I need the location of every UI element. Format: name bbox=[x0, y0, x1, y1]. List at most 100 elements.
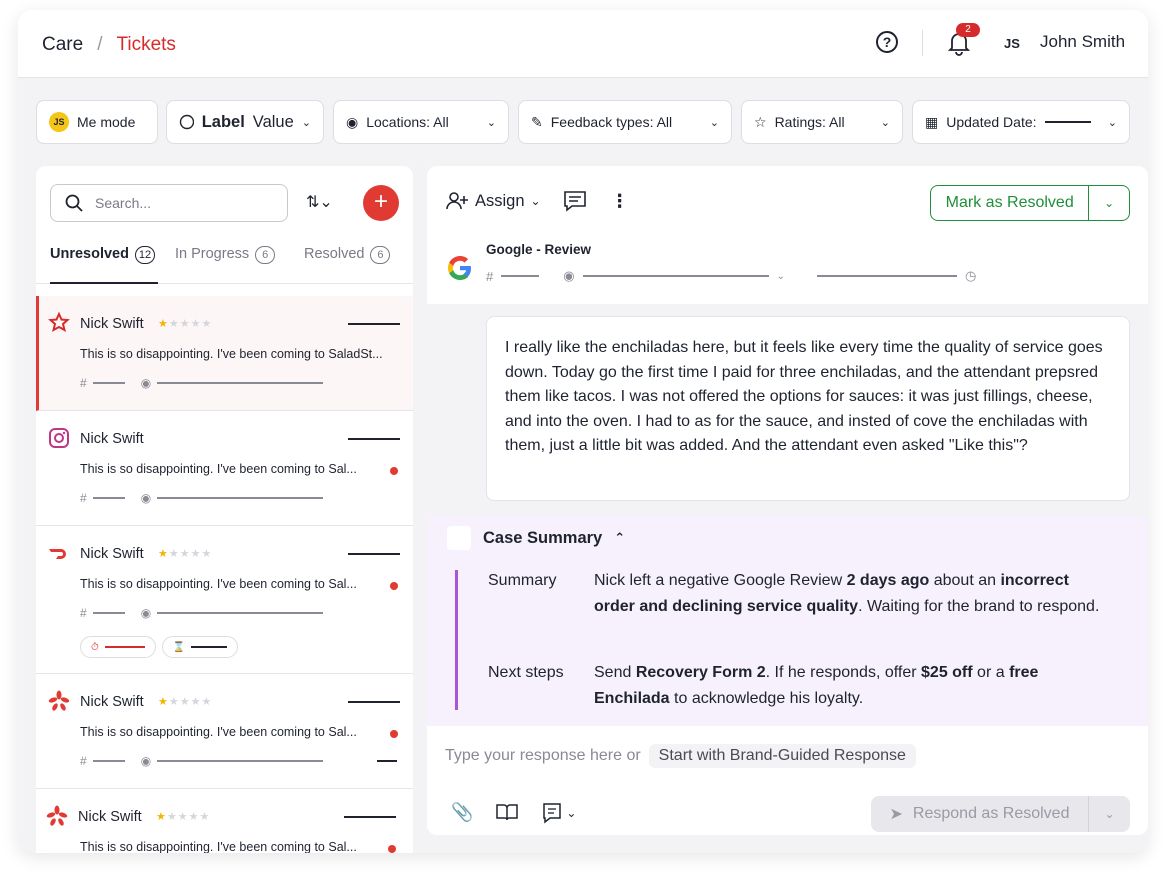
ticket-item[interactable]: Nick Swift ★★★★★ This is so disappointin… bbox=[36, 674, 413, 789]
feedback-types-label: Feedback types: All bbox=[550, 114, 673, 130]
sort-icon[interactable]: ⇅⌄ bbox=[306, 192, 333, 212]
label-value-dropdown[interactable]: Label Value ⌄ bbox=[166, 100, 324, 144]
source-meta: # ◉ ⌄ ◷ bbox=[486, 268, 977, 284]
unread-dot bbox=[390, 582, 398, 590]
instagram-icon bbox=[49, 428, 69, 448]
user-initials[interactable]: JS bbox=[1004, 36, 1020, 51]
ticket-meta: # ◉ bbox=[80, 491, 324, 505]
status-tabs: Unresolved 12 In Progress 6 Resolved 6 bbox=[36, 246, 413, 284]
ticket-item[interactable]: Nick Swift ★★★★★ This is so disappointin… bbox=[36, 296, 413, 411]
rating-stars: ★★★★★ bbox=[158, 696, 213, 708]
notification-badge: 2 bbox=[956, 23, 980, 37]
tag-chip[interactable]: ⌛ bbox=[161, 636, 239, 658]
date-placeholder bbox=[377, 760, 397, 762]
me-mode-button[interactable]: JS Me mode bbox=[36, 100, 158, 144]
respond-resolved-button[interactable]: ➤ Respond as Resolved ⌄ bbox=[871, 796, 1130, 832]
date-placeholder bbox=[348, 553, 400, 555]
location-pin-icon: ◉ bbox=[563, 268, 575, 283]
user-name[interactable]: John Smith bbox=[1040, 32, 1125, 52]
yelp-icon bbox=[46, 805, 68, 826]
ratings-label: Ratings: All bbox=[774, 114, 845, 130]
ticket-item[interactable]: Nick Swift ★★★★★ This is so disappointin… bbox=[36, 526, 413, 674]
paperclip-icon[interactable]: 📎 bbox=[451, 802, 473, 824]
ticket-item[interactable]: Nick Swift ★★★★★ This is so disappointin… bbox=[36, 789, 413, 853]
ticket-meta: # ◉ bbox=[80, 376, 324, 390]
template-icon[interactable]: ⌄ bbox=[541, 802, 576, 824]
tab-resolved[interactable]: Resolved 6 bbox=[304, 246, 391, 284]
mark-resolved-label: Mark as Resolved bbox=[931, 186, 1090, 220]
feedback-types-filter[interactable]: ✎ Feedback types: All ⌄ bbox=[518, 100, 732, 144]
location-pin-icon: ◉ bbox=[140, 491, 152, 505]
doordash-icon bbox=[49, 549, 66, 559]
tab-count: 6 bbox=[255, 246, 276, 264]
location-pin-icon: ◉ bbox=[140, 606, 152, 620]
tab-count: 6 bbox=[370, 246, 391, 264]
detail-toolbar: Assign ⌄ ⋮ bbox=[445, 190, 629, 212]
ratings-filter[interactable]: ☆ Ratings: All ⌄ bbox=[741, 100, 903, 144]
book-icon[interactable] bbox=[495, 802, 519, 822]
ticket-customer-name: Nick Swift bbox=[80, 694, 144, 710]
assign-button[interactable]: Assign ⌄ bbox=[445, 191, 541, 211]
rating-stars: ★★★★★ bbox=[158, 548, 213, 560]
search-input[interactable]: Search... bbox=[50, 184, 288, 222]
updated-date-filter[interactable]: ▦ Updated Date: ⌄ bbox=[912, 100, 1130, 144]
star-icon: ☆ bbox=[754, 113, 767, 130]
tab-unresolved[interactable]: Unresolved 12 bbox=[50, 246, 158, 284]
date-placeholder bbox=[348, 323, 400, 325]
yelp-icon bbox=[48, 312, 70, 332]
breadcrumb: Care / Tickets bbox=[42, 34, 176, 56]
chevron-down-icon[interactable]: ⌄ bbox=[1089, 807, 1130, 821]
ticket-customer-name: Nick Swift bbox=[80, 546, 144, 562]
chevron-down-icon: ⌄ bbox=[301, 116, 311, 129]
chevron-down-icon[interactable]: ⌄ bbox=[1089, 196, 1129, 210]
chevron-down-icon: ⌄ bbox=[776, 270, 785, 282]
ticket-preview: This is so disappointing. I've been comi… bbox=[80, 462, 357, 476]
review-message: I really like the enchiladas here, but i… bbox=[486, 316, 1130, 501]
breadcrumb-care[interactable]: Care bbox=[42, 34, 83, 56]
case-summary: Case Summary ⌃ Summary Nick left a negat… bbox=[427, 516, 1148, 726]
case-summary-header[interactable]: Case Summary ⌃ bbox=[447, 526, 625, 550]
summary-label: Summary bbox=[488, 572, 557, 589]
brand-guided-response-button[interactable]: Start with Brand-Guided Response bbox=[648, 744, 916, 768]
ticket-item[interactable]: Nick Swift This is so disappointing. I'v… bbox=[36, 411, 413, 526]
summary-icon bbox=[447, 526, 471, 550]
more-options-icon[interactable]: ⋮ bbox=[611, 191, 629, 212]
next-steps-label: Next steps bbox=[488, 664, 564, 681]
tag-chip[interactable]: ⏱ bbox=[80, 636, 156, 658]
chevron-down-icon: ⌄ bbox=[1107, 116, 1117, 129]
ticket-customer-name: Nick Swift bbox=[80, 316, 144, 332]
chevron-up-icon: ⌃ bbox=[614, 530, 626, 545]
ticket-customer-name: Nick Swift bbox=[80, 431, 144, 447]
locations-filter[interactable]: ◉ Locations: All ⌄ bbox=[333, 100, 509, 144]
tab-in-progress[interactable]: In Progress 6 bbox=[175, 246, 276, 284]
ticket-list-panel: Search... ⇅⌄ + Unresolved 12 In Progress… bbox=[36, 166, 413, 853]
send-icon: ➤ bbox=[889, 806, 903, 823]
add-ticket-button[interactable]: + bbox=[363, 185, 399, 221]
thumbs-icon: ✎ bbox=[531, 113, 543, 130]
date-placeholder bbox=[348, 438, 400, 440]
chevron-down-icon: ⌄ bbox=[709, 116, 719, 129]
review-source: Google - Review # ◉ ⌄ ◷ bbox=[427, 232, 1148, 304]
mark-resolved-button[interactable]: Mark as Resolved ⌄ bbox=[930, 185, 1130, 221]
breadcrumb-separator: / bbox=[97, 34, 103, 55]
help-icon[interactable]: ? bbox=[876, 31, 898, 53]
ticket-customer-name: Nick Swift bbox=[78, 809, 142, 825]
reply-composer: Type your response here or Start with Br… bbox=[427, 726, 1148, 835]
chevron-down-icon: ⌄ bbox=[530, 194, 541, 208]
message-area: I really like the enchiladas here, but i… bbox=[427, 304, 1148, 516]
summary-accent-bar bbox=[455, 570, 458, 710]
divider bbox=[922, 30, 923, 56]
google-icon bbox=[448, 256, 471, 280]
ticket-preview: This is so disappointing. I've been comi… bbox=[80, 840, 357, 853]
add-user-icon bbox=[446, 192, 468, 210]
breadcrumb-tickets: Tickets bbox=[116, 34, 176, 55]
comment-icon[interactable] bbox=[563, 190, 587, 212]
location-pin-icon: ◉ bbox=[140, 376, 152, 390]
ticket-preview: This is so disappointing. I've been comi… bbox=[80, 725, 357, 739]
search-icon bbox=[65, 194, 83, 212]
ticket-list: Nick Swift ★★★★★ This is so disappointin… bbox=[36, 296, 413, 853]
history-icon: ◷ bbox=[964, 268, 977, 283]
unread-dot bbox=[390, 467, 398, 475]
tab-label: In Progress bbox=[175, 246, 250, 262]
reply-input[interactable]: Type your response here or Start with Br… bbox=[445, 744, 916, 768]
